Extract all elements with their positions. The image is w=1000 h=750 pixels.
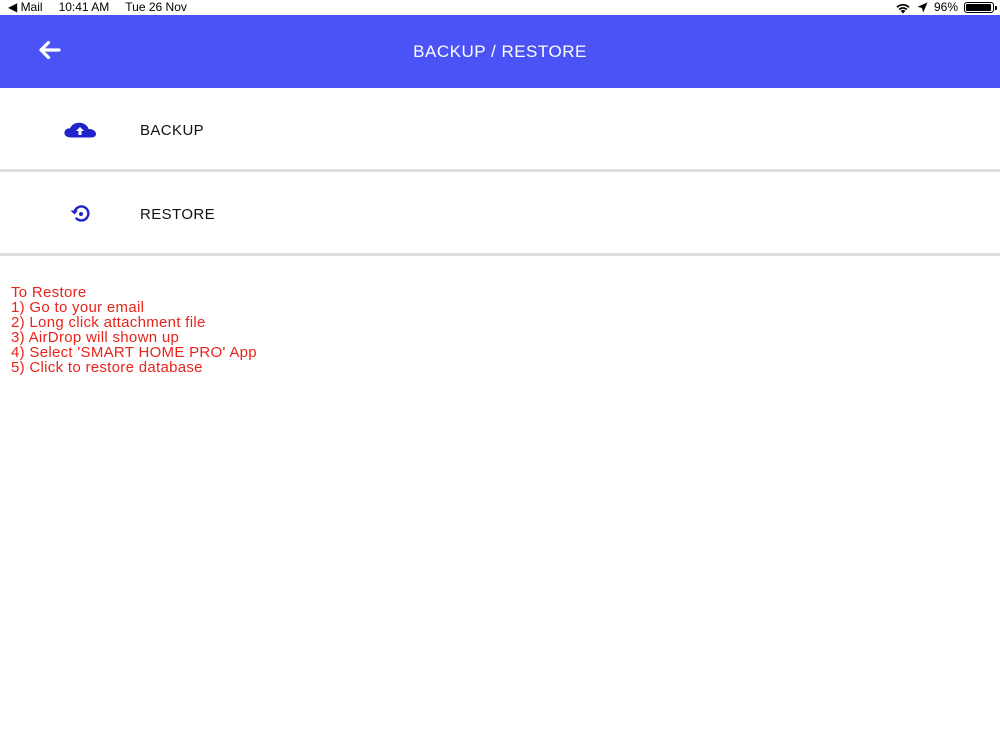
- restore-instructions: To Restore 1) Go to your email 2) Long c…: [11, 285, 611, 375]
- instruction-step: 2) Long click attachment file: [11, 314, 206, 331]
- battery-cap: [995, 6, 997, 10]
- backup-menu-item[interactable]: BACKUP: [0, 88, 1000, 169]
- instruction-step: 1) Go to your email: [11, 299, 145, 316]
- app-bar: BACKUP / RESTORE: [0, 15, 1000, 88]
- status-right: 96%: [895, 0, 997, 15]
- arrow-left-icon: [39, 40, 61, 64]
- status-bar: ◀ Mail 10:41 AM Tue 26 Nov 96%: [0, 0, 1000, 15]
- restore-menu-item[interactable]: RESTORE: [0, 172, 1000, 253]
- battery-fill: [966, 4, 991, 11]
- instruction-step: 3) AirDrop will shown up: [11, 329, 180, 346]
- battery-icon: [964, 2, 997, 13]
- instruction-step: 5) Click to restore database: [11, 359, 203, 376]
- wifi-icon: [895, 2, 911, 14]
- backup-label: BACKUP: [140, 122, 205, 139]
- status-date: Tue 26 Nov: [125, 0, 187, 14]
- divider: [0, 253, 1000, 256]
- instruction-heading: To Restore: [11, 284, 87, 301]
- page-title: BACKUP / RESTORE: [413, 42, 587, 61]
- cloud-upload-icon: [62, 120, 98, 140]
- battery-percent: 96%: [933, 0, 958, 14]
- back-to-app-link[interactable]: ◀ Mail: [8, 0, 43, 15]
- back-button[interactable]: [32, 37, 68, 67]
- status-left: ◀ Mail 10:41 AM Tue 26 Nov: [8, 0, 187, 15]
- instruction-step: 4) Select 'SMART HOME PRO' App: [11, 344, 257, 361]
- restore-icon: [62, 204, 98, 224]
- restore-label: RESTORE: [140, 206, 216, 223]
- status-time: 10:41 AM: [58, 0, 110, 14]
- location-arrow-icon: [917, 2, 928, 13]
